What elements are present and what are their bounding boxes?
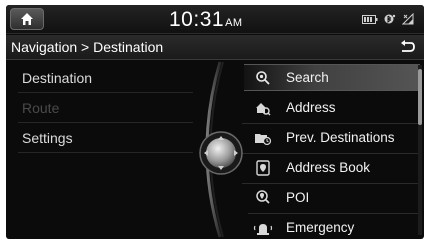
battery-icon	[362, 14, 378, 24]
search-icon	[252, 69, 274, 87]
home-button[interactable]	[10, 8, 44, 30]
left-menu-item-settings[interactable]: Settings	[22, 123, 182, 153]
left-menu: Destination Route Settings	[6, 61, 206, 239]
scrollbar-thumb[interactable]	[418, 69, 422, 125]
clock: 10:31AM	[169, 8, 243, 32]
status-bar: 10:31AM	[6, 5, 424, 34]
home-icon	[21, 13, 33, 25]
menu-item-label: Emergency	[286, 220, 355, 235]
menu-item-search[interactable]: Search	[244, 64, 420, 91]
left-menu-item-destination[interactable]: Destination	[22, 63, 182, 93]
address-icon	[252, 99, 274, 117]
menu-item-label: Prev. Destinations	[286, 130, 395, 145]
clock-time: 10:31	[169, 8, 225, 31]
menu-item-address[interactable]: Address	[240, 94, 420, 121]
back-button[interactable]	[396, 38, 418, 56]
menu-item-poi[interactable]: POI	[244, 184, 420, 211]
bluetooth-icon	[384, 14, 396, 24]
clock-ampm: AM	[225, 17, 243, 29]
poi-icon	[252, 189, 274, 207]
rotary-knob-icon[interactable]	[198, 130, 244, 176]
emergency-icon	[252, 219, 274, 237]
menu-item-prev-destinations[interactable]: Prev. Destinations	[238, 124, 420, 151]
menu-item-label: POI	[286, 190, 310, 205]
back-arrow-icon	[401, 40, 415, 52]
address-book-icon	[252, 159, 274, 177]
breadcrumb: Navigation > Destination	[11, 39, 164, 55]
menu-divider	[18, 152, 193, 153]
status-icons	[362, 13, 414, 25]
menu-item-label: Address Book	[286, 160, 371, 175]
right-menu: Search Address Prev. Destinations Addres…	[216, 63, 424, 239]
signal-icon	[402, 13, 414, 25]
previous-destinations-icon	[252, 129, 274, 147]
menu-item-emergency[interactable]: Emergency	[250, 214, 420, 239]
menu-item-label: Search	[286, 70, 329, 85]
menu-item-address-book[interactable]: Address Book	[240, 154, 420, 181]
head-unit-screen: 10:31AM Navigation > Destination Destina…	[6, 5, 424, 239]
menu-item-label: Address	[286, 100, 336, 115]
page-header: Navigation > Destination	[6, 35, 424, 60]
left-menu-item-route: Route	[22, 100, 60, 116]
